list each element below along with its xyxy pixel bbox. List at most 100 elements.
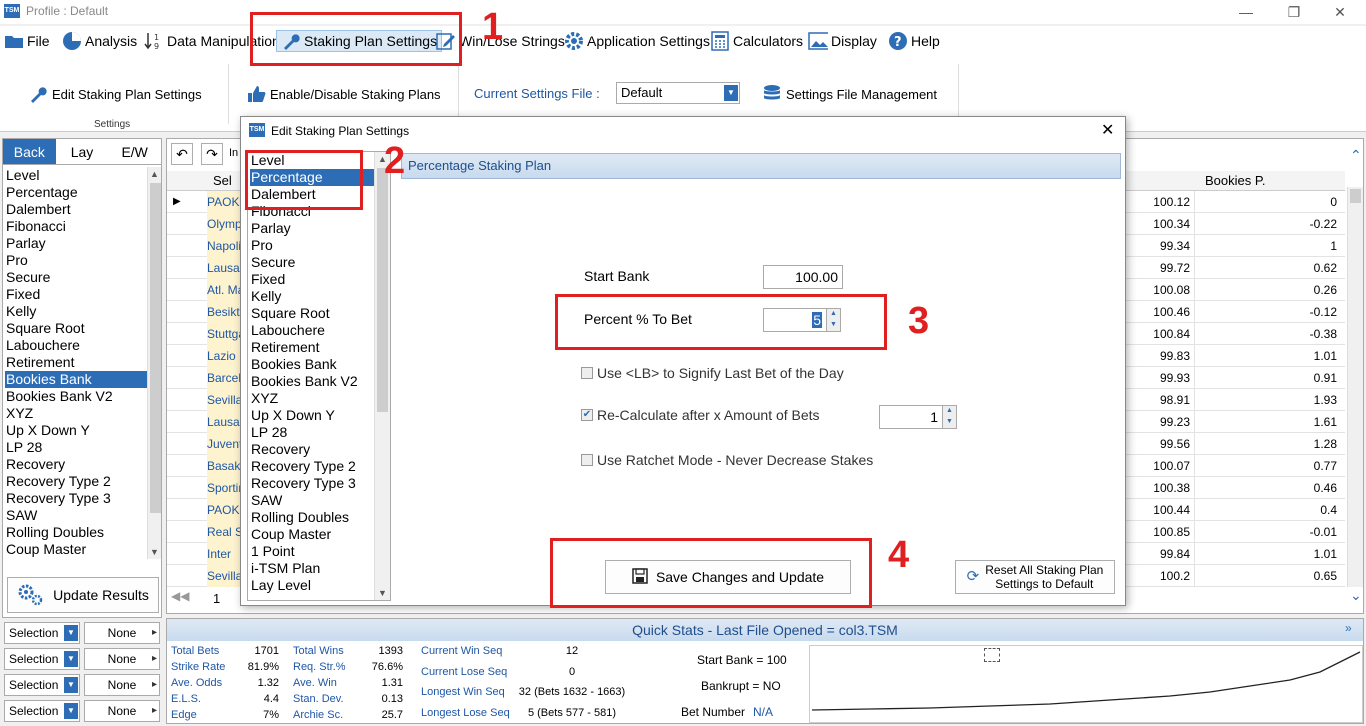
selection-cell[interactable]: Real Sociedad [207,521,243,543]
bookies-p-cell[interactable]: 1.01 [1201,543,1341,565]
odds-cell[interactable]: 99.93 [1125,367,1195,389]
plan-list-item[interactable]: Recovery Type 3 [5,490,147,507]
chevron-right-icon[interactable]: ▸ [152,701,157,721]
selection-cell[interactable]: Barcelona [207,367,243,389]
menu-application-settings[interactable]: Application Settings [564,30,710,52]
odds-cell[interactable]: 99.83 [1125,345,1195,367]
selection-cell[interactable]: Lausanne [207,411,243,433]
plan-list-item[interactable]: LP 28 [5,439,147,456]
selection-cell[interactable]: Napoli [207,235,243,257]
dialog-plan-item[interactable]: Retirement [250,339,374,356]
bookies-p-cell[interactable]: 0.77 [1201,455,1341,477]
plan-list-item[interactable]: Bookies Bank V2 [5,388,147,405]
dialog-plan-item[interactable]: XYZ [250,390,374,407]
menu-calculators[interactable]: Calculators [710,30,803,52]
odds-cell[interactable]: 98.91 [1125,389,1195,411]
filter-value-combo[interactable]: None ▸ [84,674,160,696]
filter-value-combo[interactable]: None ▸ [84,648,160,670]
plan-list-item[interactable]: Recovery Type 2 [5,473,147,490]
use-lb-checkbox[interactable]: Use <LB> to Signify Last Bet of the Day [581,365,844,381]
tab-ew[interactable]: E/W [108,139,162,164]
column-header-bookies-p[interactable]: Bookies P. [1205,171,1265,191]
filter-value-combo[interactable]: None ▸ [84,622,160,644]
plan-list-item[interactable]: Kelly [5,303,147,320]
settings-file-management-button[interactable]: Settings File Management [762,84,937,104]
bookies-p-cell[interactable]: 0.62 [1201,257,1341,279]
bookies-p-cell[interactable]: 0.91 [1201,367,1341,389]
plan-list-item[interactable]: Bookies Bank [5,371,147,388]
dialog-plan-item[interactable]: Coup Master [250,526,374,543]
selection-cell[interactable]: Basaksehir [207,455,243,477]
odds-cell[interactable]: 100.85 [1125,521,1195,543]
selection-cell[interactable]: Sevilla [207,565,243,587]
bookies-p-cell[interactable]: 0.4 [1201,499,1341,521]
dialog-plan-item[interactable]: Recovery [250,441,374,458]
bookies-p-cell[interactable]: 1 [1201,235,1341,257]
bookies-p-cell[interactable]: 0.46 [1201,477,1341,499]
start-bank-input[interactable]: 100.00 [763,265,843,289]
plan-list-item[interactable]: Parlay [5,235,147,252]
dialog-plan-list[interactable]: Level Percentage Dalembert Fibonacci Parlay P… [247,151,391,601]
selection-cell[interactable]: Lazio [207,345,243,367]
filter-field-combo[interactable]: Selection ▼ [4,622,80,644]
selection-cell[interactable]: Sporting [207,477,243,499]
tab-lay[interactable]: Lay [55,139,109,164]
filter-field-combo[interactable]: Selection ▼ [4,674,80,696]
plan-list-item[interactable]: Recovery [5,456,147,473]
staking-plan-list[interactable]: Level Percentage Dalembert Fibonacci Parlay P… [5,167,147,559]
plan-list-item[interactable]: Dalembert [5,201,147,218]
selection-cell[interactable]: PAOK [207,499,243,521]
close-button[interactable]: ✕ [1320,2,1360,22]
collapse-icon[interactable]: » [1345,621,1352,635]
redo-button[interactable]: ↷ [201,143,223,165]
odds-cell[interactable]: 100.07 [1125,455,1195,477]
plan-list-item[interactable]: XYZ [5,405,147,422]
checkbox-box[interactable] [581,454,593,466]
dialog-plan-item[interactable]: Recovery Type 2 [250,458,374,475]
plan-list-item[interactable]: Fixed [5,286,147,303]
odds-cell[interactable]: 99.72 [1125,257,1195,279]
filter-field-combo[interactable]: Selection ▼ [4,648,80,670]
plan-list-item[interactable]: Fibonacci [5,218,147,235]
bookies-p-cell[interactable]: 1.01 [1201,345,1341,367]
plan-list-item[interactable]: Percentage [5,184,147,201]
menu-file[interactable]: File [4,30,50,52]
selection-cell[interactable]: Stuttgart [207,323,243,345]
dialog-plan-item[interactable]: Recovery Type 3 [250,475,374,492]
dialog-close-icon[interactable]: ✕ [1101,117,1114,145]
minimize-button[interactable]: — [1226,2,1266,22]
chevron-right-icon[interactable]: ▸ [152,675,157,695]
dialog-plan-item[interactable]: Fixed [250,271,374,288]
odds-cell[interactable]: 100.2 [1125,565,1195,587]
selection-cell[interactable]: Sevilla [207,389,243,411]
plan-list-item[interactable]: Secure [5,269,147,286]
plan-list-item[interactable]: Square Root [5,320,147,337]
plan-list-item[interactable]: Rolling Doubles [5,524,147,541]
dialog-plan-item[interactable]: Bookies Bank V2 [250,373,374,390]
odds-cell[interactable]: 100.46 [1125,301,1195,323]
chevron-up-icon[interactable]: ▲ [943,406,956,417]
bookies-p-cell[interactable]: 0 [1201,191,1341,213]
checkbox-box[interactable]: ✔ [581,409,593,421]
dialog-plan-item[interactable]: Labouchere [250,322,374,339]
odds-cell[interactable]: 99.34 [1125,235,1195,257]
selection-cell[interactable]: Besiktas [207,301,243,323]
chevron-right-icon[interactable]: ▸ [152,649,157,669]
left-list-scrollbar[interactable]: ▲ ▼ [147,167,161,559]
selection-cell[interactable]: Inter [207,543,243,565]
odds-cell[interactable]: 99.56 [1125,433,1195,455]
chevron-down-icon[interactable]: ▼ [943,417,956,428]
bookies-p-cell[interactable]: -0.38 [1201,323,1341,345]
bookies-p-cell[interactable]: -0.12 [1201,301,1341,323]
recalculate-checkbox[interactable]: ✔ Re-Calculate after x Amount of Bets [581,407,820,423]
selection-cell[interactable]: Lausanne [207,257,243,279]
plan-list-item[interactable]: Pro [5,252,147,269]
chevron-down-icon[interactable]: ▼ [375,586,390,600]
plan-list-item[interactable]: Labouchere [5,337,147,354]
grid-scrollbar[interactable] [1347,187,1363,587]
scroll-thumb[interactable] [377,168,388,412]
dialog-plan-item[interactable]: Kelly [250,288,374,305]
chevron-down-icon[interactable]: ▼ [724,85,738,101]
dialog-plan-item[interactable]: SAW [250,492,374,509]
collapse-down-icon[interactable]: ⌄ [1350,587,1362,604]
